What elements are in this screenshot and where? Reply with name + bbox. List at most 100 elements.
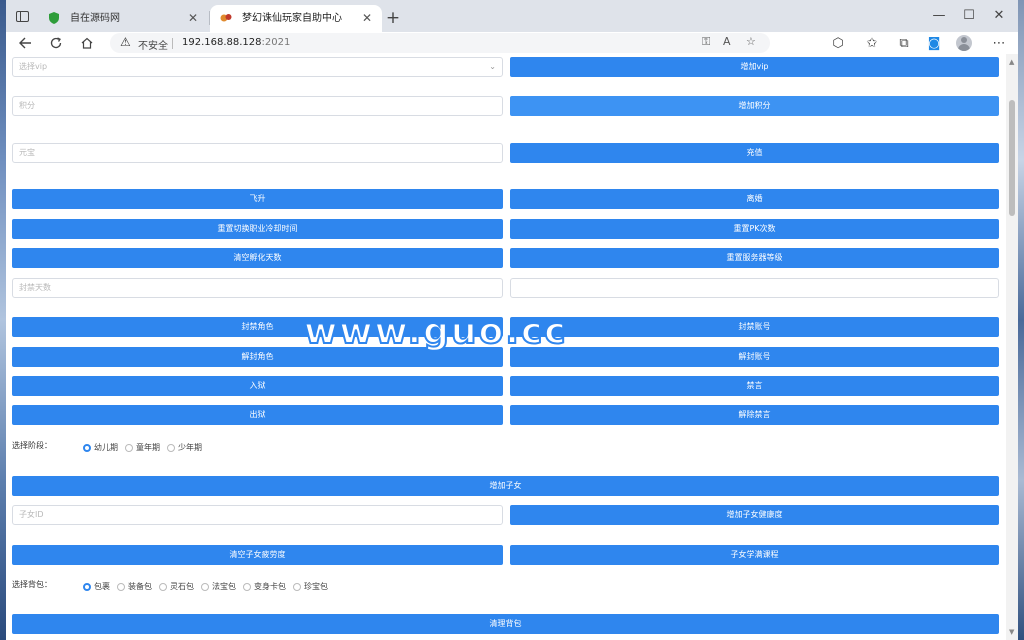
chevron-down-icon: ⌄ [489, 62, 496, 71]
stage-option-label: 幼儿期 [94, 443, 118, 452]
reset-class-cooldown-button[interactable]: 重置切换职业冷却时间 [12, 219, 503, 239]
radio-dot [125, 443, 133, 452]
security-status: 不安全 [138, 41, 168, 52]
bag-label: 选择背包： [12, 580, 52, 589]
tab-title: 自在源码网 [70, 13, 120, 24]
back-arrow-icon [18, 37, 31, 49]
more-menu-icon[interactable]: ⋯ [985, 32, 1013, 54]
url-host: 192.168.88.128 [182, 37, 262, 48]
favorites-icon[interactable]: ✩ [858, 32, 886, 54]
back-button[interactable] [12, 32, 38, 54]
ban-role-button[interactable]: 封禁角色 [12, 317, 503, 337]
bag-option-label: 变身卡包 [254, 582, 286, 591]
address-bar-row: ⚠ 不安全 192.168.88.128:2021 ⚿ A ☆ ⬡ ✩ ⧉ ◙ … [6, 32, 1018, 55]
radio-dot [243, 582, 251, 591]
stage-option-label: 童年期 [136, 443, 160, 452]
reset-server-level-button[interactable]: 重置服务器等级 [510, 248, 999, 268]
vip-select[interactable]: 选择vip ⌄ [12, 57, 503, 77]
mute-button[interactable]: 禁言 [510, 376, 999, 396]
scroll-up-icon[interactable]: ▲ [1009, 58, 1014, 66]
radio-dot [83, 443, 91, 452]
bag-option-equipment[interactable]: 装备包 [117, 581, 152, 592]
bag-option-package[interactable]: 包裹 [83, 581, 110, 592]
home-icon [81, 37, 93, 49]
tab-actions-icon[interactable] [14, 9, 30, 23]
reset-pk-button[interactable]: 重置PK次数 [510, 219, 999, 239]
bag-radio-group: 包裹 装备包 灵石包 法宝包 变身卡包 珍宝包 [83, 581, 335, 592]
close-window-button[interactable]: ✕ [984, 4, 1014, 26]
bag-option-transform-card[interactable]: 变身卡包 [243, 581, 286, 592]
key-icon[interactable]: ⚿ [702, 35, 710, 49]
release-button[interactable]: 出狱 [12, 405, 503, 425]
radio-dot [293, 582, 301, 591]
bag-option-magic-treasure[interactable]: 法宝包 [201, 581, 236, 592]
unban-account-button[interactable]: 解封账号 [510, 347, 999, 367]
clear-child-fatigue-button[interactable]: 清空子女疲劳度 [12, 545, 503, 565]
add-child-button[interactable]: 增加子女 [12, 476, 999, 496]
ban-reason-input[interactable] [510, 278, 999, 298]
url-text: 192.168.88.128:2021 [182, 37, 290, 48]
maximize-button[interactable]: ☐ [954, 4, 984, 26]
ascend-button[interactable]: 飞升 [12, 189, 503, 209]
page-content: 选择vip ⌄ 增加vip 积分 增加积分 元宝 充值 飞升 离婚 重置切换职业… [6, 54, 1006, 640]
unban-role-button[interactable]: 解封角色 [12, 347, 503, 367]
divorce-button[interactable]: 离婚 [510, 189, 999, 209]
child-learn-course-button[interactable]: 子女学满课程 [510, 545, 999, 565]
desktop-right-edge [1018, 0, 1024, 640]
collections-icon[interactable]: ⧉ [890, 32, 918, 54]
game-favicon-icon [220, 14, 232, 22]
bag-option-spirit-stone[interactable]: 灵石包 [159, 581, 194, 592]
close-tab-icon[interactable]: ✕ [362, 5, 372, 32]
clear-bag-button[interactable]: 清理背包 [12, 614, 999, 634]
refresh-icon [50, 37, 62, 49]
radio-dot [159, 582, 167, 591]
bag-option-label: 灵石包 [170, 582, 194, 591]
add-vip-button[interactable]: 增加vip [510, 57, 999, 77]
favorite-star-icon[interactable]: ☆ [746, 35, 756, 48]
jail-button[interactable]: 入狱 [12, 376, 503, 396]
clear-hatch-days-button[interactable]: 清空孵化天数 [12, 248, 503, 268]
bag-option-label: 装备包 [128, 582, 152, 591]
stage-option-infant[interactable]: 幼儿期 [83, 442, 118, 453]
radio-dot [201, 582, 209, 591]
child-id-input[interactable]: 子女ID [12, 505, 503, 525]
bag-option-label: 珍宝包 [304, 582, 328, 591]
extensions-icon[interactable]: ⬡ [824, 32, 852, 54]
radio-dot [117, 582, 125, 591]
close-tab-icon[interactable]: ✕ [188, 5, 198, 32]
new-tab-button[interactable]: + [381, 7, 405, 29]
points-input[interactable]: 积分 [12, 96, 503, 116]
add-child-health-button[interactable]: 增加子女健康度 [510, 505, 999, 525]
add-points-button[interactable]: 增加积分 [510, 96, 999, 116]
yuanbao-input[interactable]: 元宝 [12, 143, 503, 163]
tab-self-service[interactable]: 梦幻诛仙玩家自助中心 ✕ [210, 5, 382, 32]
avatar-body [958, 44, 970, 51]
minimize-button[interactable]: — [924, 4, 954, 26]
tab-source-site[interactable]: 自在源码网 ✕ [38, 5, 208, 32]
radio-dot [83, 582, 91, 591]
home-button[interactable] [74, 32, 100, 54]
bag-option-treasure[interactable]: 珍宝包 [293, 581, 328, 592]
profile-avatar[interactable] [956, 35, 972, 51]
ban-days-input[interactable]: 封禁天数 [12, 278, 503, 298]
ban-account-button[interactable]: 封禁账号 [510, 317, 999, 337]
stage-option-youth[interactable]: 少年期 [167, 442, 202, 453]
tab-bar: 自在源码网 ✕ 梦幻诛仙玩家自助中心 ✕ + — ☐ ✕ [6, 0, 1018, 32]
browser-window: 自在源码网 ✕ 梦幻诛仙玩家自助中心 ✕ + — ☐ ✕ ⚠ 不安全 192.1… [6, 0, 1018, 640]
avatar-head [961, 37, 967, 43]
refresh-button[interactable] [43, 32, 69, 54]
url-separator [172, 38, 173, 49]
warning-triangle-icon: ⚠ [120, 35, 131, 49]
stage-label: 选择阶段： [12, 441, 52, 450]
page-scrollbar[interactable]: ▲ ▼ [1006, 54, 1018, 640]
unmute-button[interactable]: 解除禁言 [510, 405, 999, 425]
radio-dot [167, 443, 175, 452]
stage-option-childhood[interactable]: 童年期 [125, 442, 160, 453]
read-aloud-icon[interactable]: A [723, 35, 731, 48]
scroll-down-icon[interactable]: ▼ [1009, 628, 1014, 636]
recharge-button[interactable]: 充值 [510, 143, 999, 163]
url-bar[interactable]: ⚠ 不安全 192.168.88.128:2021 ⚿ A ☆ [110, 33, 770, 53]
edge-feature-icon[interactable]: ◙ [920, 32, 948, 54]
scroll-thumb[interactable] [1009, 100, 1015, 216]
bag-option-label: 法宝包 [212, 582, 236, 591]
